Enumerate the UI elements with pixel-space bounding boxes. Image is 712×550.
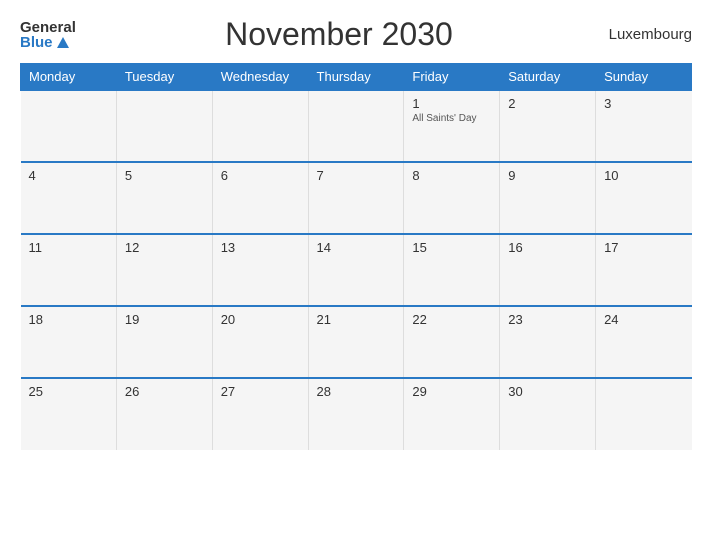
day-number: 16 (508, 240, 587, 255)
calendar-cell: 3 (596, 90, 692, 162)
logo-general-text: General (20, 20, 76, 35)
header: General Blue November 2030 Luxembourg (20, 16, 692, 53)
header-sunday: Sunday (596, 64, 692, 91)
day-number: 21 (317, 312, 396, 327)
page: General Blue November 2030 Luxembourg Mo… (0, 0, 712, 550)
day-number: 4 (29, 168, 108, 183)
calendar-cell (308, 90, 404, 162)
calendar-cell: 12 (116, 234, 212, 306)
calendar-cell: 21 (308, 306, 404, 378)
calendar-header-row: Monday Tuesday Wednesday Thursday Friday… (21, 64, 692, 91)
calendar-cell: 23 (500, 306, 596, 378)
calendar-cell (596, 378, 692, 450)
day-number: 7 (317, 168, 396, 183)
calendar-cell: 10 (596, 162, 692, 234)
day-number: 24 (604, 312, 683, 327)
day-number: 29 (412, 384, 491, 399)
calendar-week-row: 1 All Saints' Day 2 3 (21, 90, 692, 162)
day-number: 17 (604, 240, 683, 255)
calendar-cell: 6 (212, 162, 308, 234)
calendar-cell (21, 90, 117, 162)
calendar-cell: 25 (21, 378, 117, 450)
calendar-week-row: 25 26 27 28 29 30 (21, 378, 692, 450)
day-number: 25 (29, 384, 108, 399)
calendar-cell: 4 (21, 162, 117, 234)
day-number: 8 (412, 168, 491, 183)
day-number: 11 (29, 240, 108, 255)
logo-blue-text: Blue (20, 35, 69, 50)
calendar-cell: 24 (596, 306, 692, 378)
calendar-cell: 8 (404, 162, 500, 234)
day-number: 15 (412, 240, 491, 255)
calendar-cell (212, 90, 308, 162)
day-number: 3 (604, 96, 683, 111)
calendar-cell (116, 90, 212, 162)
calendar-cell: 13 (212, 234, 308, 306)
day-number: 9 (508, 168, 587, 183)
header-thursday: Thursday (308, 64, 404, 91)
day-number: 20 (221, 312, 300, 327)
header-friday: Friday (404, 64, 500, 91)
calendar-cell: 15 (404, 234, 500, 306)
calendar-week-row: 18 19 20 21 22 23 24 (21, 306, 692, 378)
calendar-cell: 7 (308, 162, 404, 234)
header-wednesday: Wednesday (212, 64, 308, 91)
day-number: 19 (125, 312, 204, 327)
calendar-cell: 9 (500, 162, 596, 234)
calendar-cell: 2 (500, 90, 596, 162)
calendar-cell: 20 (212, 306, 308, 378)
day-number: 1 (412, 96, 491, 111)
calendar-cell: 11 (21, 234, 117, 306)
day-number: 28 (317, 384, 396, 399)
day-number: 6 (221, 168, 300, 183)
holiday-label: All Saints' Day (412, 113, 491, 124)
day-number: 23 (508, 312, 587, 327)
header-tuesday: Tuesday (116, 64, 212, 91)
day-number: 26 (125, 384, 204, 399)
day-number: 14 (317, 240, 396, 255)
calendar-table: Monday Tuesday Wednesday Thursday Friday… (20, 63, 692, 450)
calendar-cell: 22 (404, 306, 500, 378)
day-number: 27 (221, 384, 300, 399)
calendar-cell: 29 (404, 378, 500, 450)
header-saturday: Saturday (500, 64, 596, 91)
country-label: Luxembourg (602, 26, 692, 43)
logo: General Blue (20, 20, 76, 50)
calendar-cell: 30 (500, 378, 596, 450)
day-number: 12 (125, 240, 204, 255)
calendar-cell: 18 (21, 306, 117, 378)
calendar-title: November 2030 (76, 16, 602, 53)
day-number: 10 (604, 168, 683, 183)
header-monday: Monday (21, 64, 117, 91)
calendar-week-row: 4 5 6 7 8 9 10 (21, 162, 692, 234)
day-number: 2 (508, 96, 587, 111)
day-number: 30 (508, 384, 587, 399)
calendar-cell: 26 (116, 378, 212, 450)
logo-triangle-icon (57, 37, 69, 48)
day-number: 13 (221, 240, 300, 255)
calendar-cell: 27 (212, 378, 308, 450)
calendar-cell: 14 (308, 234, 404, 306)
day-number: 22 (412, 312, 491, 327)
calendar-cell: 1 All Saints' Day (404, 90, 500, 162)
day-number: 18 (29, 312, 108, 327)
calendar-week-row: 11 12 13 14 15 16 17 (21, 234, 692, 306)
calendar-cell: 17 (596, 234, 692, 306)
calendar-cell: 28 (308, 378, 404, 450)
calendar-cell: 16 (500, 234, 596, 306)
calendar-cell: 19 (116, 306, 212, 378)
calendar-cell: 5 (116, 162, 212, 234)
day-number: 5 (125, 168, 204, 183)
